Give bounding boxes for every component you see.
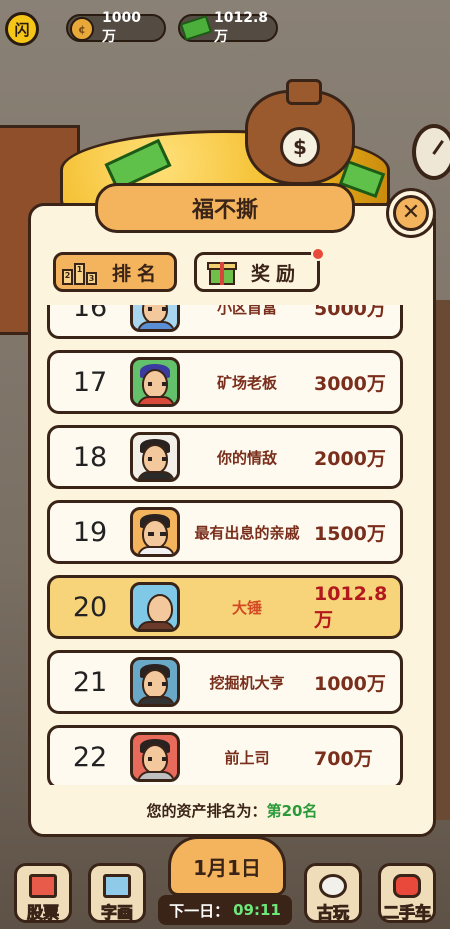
asset-value: 2000万	[314, 447, 386, 470]
rank-number: 19	[72, 516, 108, 548]
tab-rewards-label: 奖励	[251, 262, 302, 285]
car-icon	[393, 874, 421, 898]
notification-badge	[311, 247, 325, 261]
leaderboard-row[interactable]: 22 前上司 700万	[47, 725, 403, 785]
dollar-icon: $	[280, 127, 320, 167]
panel-title: 福不撕	[95, 183, 355, 233]
cash-balance-value: 1012.8万	[214, 10, 269, 45]
player-name: 挖掘机大亨	[209, 673, 285, 692]
player-name: 大锤	[231, 598, 262, 617]
podium-icon: 2 1 3	[62, 259, 98, 285]
player-name: 最有出息的亲戚	[194, 523, 300, 542]
gift-icon	[207, 258, 237, 286]
stock-chart-icon	[29, 874, 57, 898]
rank-summary: 您的资产排名为：第20名	[28, 800, 436, 821]
app-logo-icon[interactable]: 闪	[5, 12, 39, 46]
podium-step: 1	[74, 263, 85, 285]
avatar	[130, 507, 180, 557]
rank-number: 21	[72, 666, 108, 698]
nav-stocks-label: 股票	[26, 903, 59, 923]
coin-icon: ¢	[70, 17, 94, 41]
cash-icon	[179, 15, 213, 41]
player-name: 小区首富	[216, 305, 277, 317]
nav-stocks-button[interactable]: 股票	[14, 863, 72, 923]
rank-summary-value: 第20名	[266, 802, 318, 820]
next-day-time: 09:11	[233, 901, 281, 919]
close-icon: ✕	[393, 195, 429, 231]
coin-balance: ¢ 1000万	[66, 10, 166, 45]
asset-value: 700万	[314, 747, 373, 770]
coin-balance-value: 1000万	[102, 10, 141, 45]
asset-value: 1000万	[314, 672, 386, 695]
leaderboard-list[interactable]: 16 小区首富 5000万 17 矿场老板 3000万 18 你的情敌 2000…	[44, 305, 406, 785]
nav-used-cars-label: 二手车	[382, 903, 431, 923]
wall-clock-icon	[412, 124, 450, 180]
painting-icon	[103, 874, 131, 898]
asset-value: 1012.8万	[314, 582, 388, 631]
avatar	[130, 305, 180, 332]
avatar	[130, 357, 180, 407]
tab-ranking[interactable]: 2 1 3 排名	[53, 252, 177, 292]
leaderboard-row[interactable]: 18 你的情敌 2000万	[47, 425, 403, 489]
top-bar: 闪 ¢ 1000万 1012.8万	[0, 0, 450, 60]
asset-value: 3000万	[314, 372, 386, 395]
asset-value: 1500万	[314, 522, 386, 545]
leaderboard-row[interactable]: 19 最有出息的亲戚 1500万	[47, 500, 403, 564]
podium-step: 3	[86, 272, 97, 285]
leaderboard-row[interactable]: 16 小区首富 5000万	[47, 305, 403, 339]
antique-vase-icon	[319, 874, 347, 898]
next-day-button[interactable]: 下一日： 09:11	[158, 895, 292, 925]
cash-balance: 1012.8万	[178, 10, 278, 45]
rank-number: 22	[72, 741, 108, 773]
rank-number: 17	[72, 366, 108, 398]
rank-number: 20	[72, 591, 108, 623]
nav-paintings-button[interactable]: 字画	[88, 863, 146, 923]
rank-number: 18	[72, 441, 108, 473]
close-button[interactable]: ✕	[386, 188, 436, 238]
avatar	[130, 432, 180, 482]
rank-number: 16	[72, 305, 108, 323]
podium-step: 2	[62, 269, 73, 285]
money-bag-icon: $	[245, 79, 355, 185]
calendar-date: 1月1日	[168, 836, 286, 896]
next-day-label: 下一日：	[169, 901, 230, 920]
player-name: 你的情敌	[216, 448, 277, 467]
avatar	[130, 732, 180, 782]
nav-antiques-label: 古玩	[316, 903, 349, 923]
nav-paintings-label: 字画	[100, 903, 133, 923]
nav-used-cars-button[interactable]: 二手车	[378, 863, 436, 923]
player-name: 前上司	[224, 748, 270, 767]
rank-summary-prefix: 您的资产排名为：	[146, 802, 267, 820]
leaderboard-row[interactable]: 17 矿场老板 3000万	[47, 350, 403, 414]
avatar	[130, 582, 180, 632]
tab-rewards[interactable]: 奖励	[194, 247, 325, 292]
tab-ranking-label: 排名	[112, 262, 163, 285]
asset-value: 5000万	[314, 305, 386, 320]
player-name: 矿场老板	[216, 373, 277, 392]
nav-antiques-button[interactable]: 古玩	[304, 863, 362, 923]
avatar	[130, 657, 180, 707]
leaderboard-row-current-player[interactable]: 20 大锤 1012.8万	[47, 575, 403, 639]
leaderboard-row[interactable]: 21 挖掘机大亨 1000万	[47, 650, 403, 714]
